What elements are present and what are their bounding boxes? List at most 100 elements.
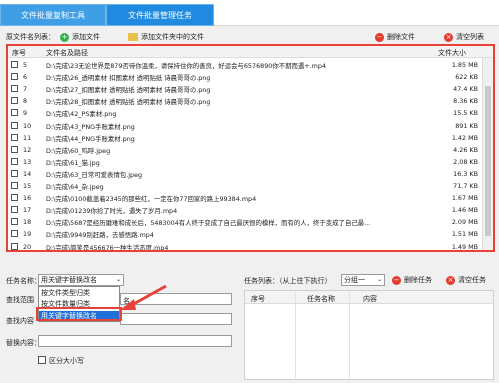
row-size: 47.4 KB [453,85,478,94]
vertical-scrollbar[interactable] [482,58,493,250]
row-checkbox[interactable] [11,109,18,117]
table-row[interactable]: 15 D:\完成\64_杂.jpeg 71.7 KB [8,180,482,192]
row-size: 891 KB [455,121,478,130]
add-icon: + [60,32,69,42]
row-number: 10 [23,121,32,130]
toolbar: 原文件名列表： + 添加文件 添加文件夹中的文件 − 删除文件 × 清空列表 [0,30,499,44]
table-row[interactable]: 19 D:\完成\9949别赶路，去感悟路.mp4 1.51 MB [8,228,482,240]
row-checkbox[interactable] [11,218,18,226]
row-size: 2.08 KB [453,157,478,166]
add-folder-label: 添加文件夹中的文件 [141,33,204,41]
table-row[interactable]: 7 D:\完成\27_扣图素材 透明贴纸 透明素材 诗晨哥哥の.png 47.4 K… [8,83,482,95]
task-name-label: 任务名称： [6,277,41,285]
row-checkbox[interactable] [11,206,18,214]
row-number: 6 [23,73,28,82]
clear-task-button[interactable]: × 清空任务 [446,275,486,285]
row-size: 1.85 MB [451,61,478,69]
row-path: D:\完成\27_扣图素材 透明贴纸 透明素材 诗晨哥哥の.png [46,86,211,95]
table-row[interactable]: 20 D:\完成\简笑是456676一种生活态度.mp4 1.49 MB [8,241,482,251]
table-row[interactable]: 13 D:\完成\61_猫.jpg 2.08 KB [8,156,482,168]
replace-field[interactable] [38,335,232,347]
row-size: 15.5 KB [453,109,478,118]
row-checkbox[interactable] [11,242,18,250]
tab-file-manage-task[interactable]: 文件批量管理任务 [106,4,214,26]
find-content-field[interactable] [120,313,232,325]
replace-label: 替换内容： [6,339,41,347]
add-file-button[interactable]: + 添加文件 [60,32,100,42]
row-checkbox[interactable] [11,157,18,165]
table-row[interactable]: 8 D:\完成\28_扣图素材 透明贴纸 透明素材 诗晨哥哥の.png 8.36 K… [8,95,482,107]
task-name-select[interactable]: 用关键字替换改名 ⌄ [38,274,124,286]
add-folder-button[interactable]: 添加文件夹中的文件 [128,32,204,42]
table-row[interactable]: 11 D:\完成\44_PNG手账素材.png 1.42 MB [8,132,482,144]
row-number: 9 [23,109,28,118]
row-number: 13 [23,157,32,166]
add-file-label: 添加文件 [72,33,100,41]
row-checkbox[interactable] [11,61,18,68]
delete-file-button[interactable]: − 删除文件 [375,32,415,42]
row-path: D:\完成\60_呜呼.jpeg [46,146,111,155]
task-name-value: 用关键字替换改名 [41,276,97,284]
row-path: D:\完成\0100截盖着2345的那些红，一定在你77回家的路上99384.m… [46,195,257,204]
column-divider [295,291,296,381]
row-checkbox[interactable] [11,73,18,81]
delete-file-label: 删除文件 [387,33,415,41]
row-number: 14 [23,169,32,178]
scrollbar-thumb[interactable] [485,86,491,236]
table-row[interactable]: 12 D:\完成\60_呜呼.jpeg 4.26 KB [8,144,482,156]
row-checkbox[interactable] [11,182,18,189]
row-size: 1.51 MB [451,230,478,239]
row-checkbox[interactable] [11,230,18,238]
row-number: 7 [23,85,28,94]
table-row[interactable]: 17 D:\完成\01239你捡了时光，遇失了岁月.mp4 1.46 MB [8,204,482,216]
row-size: 8.36 KB [453,97,478,106]
row-size: 71.7 KB [453,182,478,190]
header-no: 序号 [12,49,26,57]
row-number: 12 [23,145,32,154]
column-divider [349,291,350,381]
row-size: 1.49 MB [451,242,478,251]
row-checkbox[interactable] [11,145,18,153]
clear-icon: × [444,32,453,42]
row-path: D:\完成\28_扣图素材 透明贴纸 透明素材 诗晨哥哥の.png [46,98,211,107]
row-path: D:\完成\44_PNG手账素材.png [46,134,135,143]
task-list-table[interactable]: 序号 任务名称 内容 [244,290,494,381]
task-table-header: 序号 任务名称 内容 [245,291,493,304]
dropdown-option-by-type[interactable]: 按文件类型归类 [41,288,90,298]
tab-file-copy-tool[interactable]: 文件批量复制工具 [0,4,106,26]
row-checkbox[interactable] [11,194,18,202]
row-path: D:\完成\26_透明素材 扣图素材 透明贴纸 诗晨哥哥の.png [46,74,211,83]
row-number: 15 [23,182,32,190]
task-header-content: 内容 [363,295,377,303]
row-path: D:\完成\43_PNG手账素材.png [46,122,135,131]
delete-task-button[interactable]: − 删除任务 [392,275,432,285]
row-checkbox[interactable] [11,121,18,129]
row-number: 18 [23,218,32,227]
table-row[interactable]: 10 D:\完成\43_PNG手账素材.png 891 KB [8,120,482,132]
case-sensitive-checkbox[interactable] [38,356,46,364]
table-row[interactable]: 14 D:\完成\63_日常可爱表情包.jpeg 16.3 KB [8,168,482,180]
task-list-label: 任务列表：（从上往下执行） [244,277,332,285]
group-select[interactable]: 分组一 ⌄ [341,274,385,286]
row-checkbox[interactable] [11,97,18,105]
row-checkbox[interactable] [11,169,18,177]
table-row[interactable]: 6 D:\完成\26_透明素材 扣图素材 透明贴纸 诗晨哥哥の.png 622 KB [8,71,482,83]
table-row[interactable]: 16 D:\完成\0100截盖着2345的那些红，一定在你77回家的路上99384… [8,192,482,204]
task-header-no: 序号 [251,295,265,303]
row-size: 16.3 KB [453,169,478,178]
case-sensitive-label: 区分大小写 [49,357,84,365]
find-content-label: 查找内容 [6,317,34,325]
row-size: 4.26 KB [453,145,478,154]
row-checkbox[interactable] [11,85,18,93]
row-size: 1.42 MB [451,133,478,142]
table-row[interactable]: 5 D:\完成\23无论世界是879否待你温柔，请保持住你的善良，好运会与6576… [8,59,482,71]
row-number: 5 [23,61,28,69]
table-row[interactable]: 18 D:\完成\5687是经历磨难和成长后，5483004有人终于变成了自己最厌… [8,216,482,228]
table-row[interactable]: 9 D:\完成\42_PS素材.png 15.5 KB [8,107,482,119]
row-checkbox[interactable] [11,133,18,141]
file-list-table[interactable]: 序号 文件名及路径 文件大小 5 D:\完成\23无论世界是879否待你温柔，请保… [6,44,495,252]
row-number: 16 [23,194,32,203]
red-arrow-icon [120,284,167,310]
highlight-box [36,307,122,321]
clear-list-button[interactable]: × 清空列表 [444,32,484,42]
